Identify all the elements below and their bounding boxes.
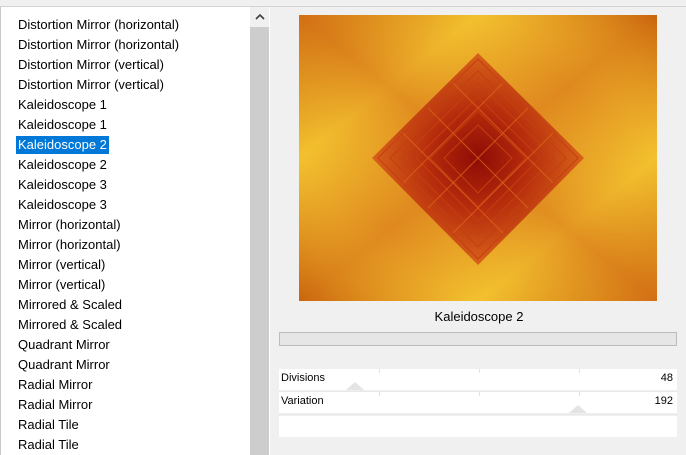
top-border — [0, 0, 686, 7]
variation-label: Variation — [281, 395, 324, 407]
effect-list-item[interactable]: Mirror (horizontal) — [1, 215, 251, 235]
effect-list-item[interactable]: Mirrored & Scaled — [1, 315, 251, 335]
variation-slider[interactable]: Variation 192 — [279, 392, 677, 413]
effect-list-item-label: Radial Mirror — [18, 397, 93, 412]
effect-list-item-label: Distortion Mirror (vertical) — [18, 77, 164, 92]
effect-list-item[interactable]: Mirrored & Scaled — [1, 295, 251, 315]
effect-list-item-label: Quadrant Mirror — [18, 357, 110, 372]
effect-preview — [299, 15, 657, 301]
effect-list-item[interactable]: Kaleidoscope 1 — [1, 115, 251, 135]
effect-list-item[interactable]: Kaleidoscope 2 — [1, 135, 251, 155]
divisions-slider[interactable]: Divisions 48 — [279, 369, 677, 390]
effect-list-item[interactable]: Quadrant Mirror — [1, 355, 251, 375]
slider-tick — [579, 392, 580, 396]
scroll-up-button[interactable] — [250, 7, 269, 26]
effects-list: Distortion Mirror (horizontal) Distortion… — [1, 15, 251, 455]
effect-list-item-label: Kaleidoscope 3 — [18, 177, 107, 192]
effect-list-item-label: Distortion Mirror (horizontal) — [18, 37, 180, 52]
effect-list-item[interactable]: Radial Mirror — [1, 395, 251, 415]
divisions-slider-thumb[interactable] — [346, 382, 364, 390]
effect-list-item[interactable]: Radial Tile — [1, 415, 251, 435]
effect-list-item-label: Radial Mirror — [18, 377, 93, 392]
effect-list-item-label: Mirror (vertical) — [18, 257, 106, 272]
variation-slider-thumb[interactable] — [569, 405, 587, 413]
effect-list-item[interactable]: Mirror (vertical) — [1, 255, 251, 275]
slider-tick — [479, 392, 480, 396]
variation-value: 192 — [654, 395, 673, 407]
effect-list-item-label: Mirror (vertical) — [18, 277, 106, 292]
slider-tick — [579, 369, 580, 373]
param-divider — [279, 414, 677, 415]
effect-list-item-label: Radial Tile — [18, 437, 79, 452]
divisions-value: 48 — [660, 372, 673, 384]
effects-list-panel: Distortion Mirror (horizontal) Distortion… — [0, 7, 270, 455]
effect-list-item-label: Kaleidoscope 1 — [18, 117, 107, 132]
empty-param-row — [279, 416, 677, 437]
effect-list-item[interactable]: Radial Tile — [1, 435, 251, 455]
effect-list-item-label: Mirrored & Scaled — [18, 297, 123, 312]
effect-list-item[interactable]: Kaleidoscope 3 — [1, 195, 251, 215]
slider-tick — [379, 392, 380, 396]
effect-list-item-label: Radial Tile — [18, 417, 79, 432]
effect-list-item-label: Kaleidoscope 2 — [16, 136, 109, 154]
effect-list-item-label: Mirror (horizontal) — [18, 237, 121, 252]
divisions-label: Divisions — [281, 372, 326, 384]
effect-list-item-label: Distortion Mirror (vertical) — [18, 57, 164, 72]
effect-list-item-label: Kaleidoscope 3 — [18, 197, 107, 212]
scroll-thumb[interactable] — [250, 27, 269, 455]
slider-tick — [479, 369, 480, 373]
effect-list-item[interactable]: Distortion Mirror (horizontal) — [1, 35, 251, 55]
settings-panel: Kaleidoscope 2 Divisions 48 Variation 19… — [271, 7, 686, 455]
effect-list-item-label: Distortion Mirror (horizontal) — [18, 17, 180, 32]
effect-list-item[interactable]: Kaleidoscope 1 — [1, 95, 251, 115]
effect-list-item-label: Kaleidoscope 1 — [18, 97, 107, 112]
effect-list-item[interactable]: Kaleidoscope 3 — [1, 175, 251, 195]
effect-list-item[interactable]: Distortion Mirror (vertical) — [1, 75, 251, 95]
effect-list-item[interactable]: Distortion Mirror (horizontal) — [1, 15, 251, 35]
effect-list-item-label: Quadrant Mirror — [18, 337, 110, 352]
progress-bar — [279, 332, 677, 346]
slider-tick — [379, 369, 380, 373]
effect-list-item-label: Mirrored & Scaled — [18, 317, 123, 332]
chevron-up-icon — [254, 13, 265, 20]
effect-list-item-label: Kaleidoscope 2 — [18, 157, 107, 172]
effect-list-item[interactable]: Radial Mirror — [1, 375, 251, 395]
effect-list-item-label: Mirror (horizontal) — [18, 217, 121, 232]
effect-list-item[interactable]: Mirror (horizontal) — [1, 235, 251, 255]
effect-list-item[interactable]: Mirror (vertical) — [1, 275, 251, 295]
effects-list-scrollbar[interactable] — [250, 7, 269, 455]
effect-list-item[interactable]: Quadrant Mirror — [1, 335, 251, 355]
effect-list-item[interactable]: Distortion Mirror (vertical) — [1, 55, 251, 75]
effect-name-label: Kaleidoscope 2 — [434, 309, 524, 324]
effect-list-item[interactable]: Kaleidoscope 2 — [1, 155, 251, 175]
kaleidoscope-preview-image — [299, 15, 657, 301]
